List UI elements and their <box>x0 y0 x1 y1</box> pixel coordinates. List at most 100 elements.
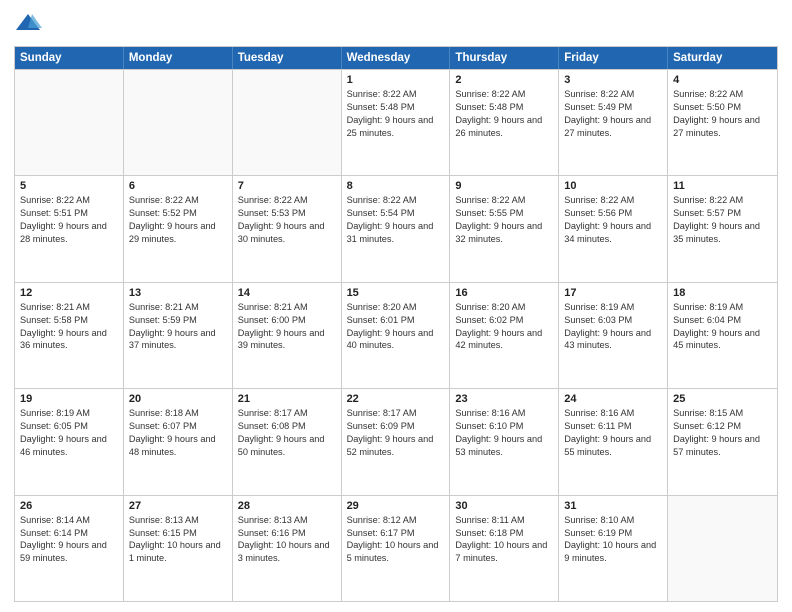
day-number: 23 <box>455 393 553 405</box>
week-row-4: 19Sunrise: 8:19 AM Sunset: 6:05 PM Dayli… <box>15 388 777 494</box>
day-number: 2 <box>455 74 553 86</box>
day-cell-20: 20 Sunrise: 8:18 AM Sunset: 6:07 PM Dayli… <box>124 389 233 494</box>
day-info: Sunrise: 8:19 AM Sunset: 6:05 PM Dayligh… <box>20 407 118 459</box>
day-number: 4 <box>673 74 772 86</box>
day-number: 11 <box>673 180 772 192</box>
header-cell-saturday: Saturday <box>668 47 777 69</box>
day-cell-17: 17 Sunrise: 8:19 AM Sunset: 6:03 PM Dayli… <box>559 283 668 388</box>
day-info: Sunrise: 8:20 AM Sunset: 6:02 PM Dayligh… <box>455 301 553 353</box>
day-info: Sunrise: 8:21 AM Sunset: 5:59 PM Dayligh… <box>129 301 227 353</box>
day-info: Sunrise: 8:22 AM Sunset: 5:55 PM Dayligh… <box>455 194 553 246</box>
day-number: 5 <box>20 180 118 192</box>
day-info: Sunrise: 8:22 AM Sunset: 5:50 PM Dayligh… <box>673 88 772 140</box>
calendar: SundayMondayTuesdayWednesdayThursdayFrid… <box>14 46 778 602</box>
day-cell-18: 18 Sunrise: 8:19 AM Sunset: 6:04 PM Dayli… <box>668 283 777 388</box>
day-number: 24 <box>564 393 662 405</box>
day-number: 1 <box>347 74 445 86</box>
day-number: 26 <box>20 500 118 512</box>
day-cell-28: 28 Sunrise: 8:13 AM Sunset: 6:16 PM Dayli… <box>233 496 342 601</box>
day-info: Sunrise: 8:16 AM Sunset: 6:11 PM Dayligh… <box>564 407 662 459</box>
day-cell-29: 29 Sunrise: 8:12 AM Sunset: 6:17 PM Dayli… <box>342 496 451 601</box>
day-number: 16 <box>455 287 553 299</box>
day-info: Sunrise: 8:13 AM Sunset: 6:16 PM Dayligh… <box>238 514 336 566</box>
day-cell-31: 31 Sunrise: 8:10 AM Sunset: 6:19 PM Dayli… <box>559 496 668 601</box>
header-cell-sunday: Sunday <box>15 47 124 69</box>
day-number: 22 <box>347 393 445 405</box>
day-cell-11: 11 Sunrise: 8:22 AM Sunset: 5:57 PM Dayli… <box>668 176 777 281</box>
logo <box>14 10 46 38</box>
day-cell-24: 24 Sunrise: 8:16 AM Sunset: 6:11 PM Dayli… <box>559 389 668 494</box>
day-info: Sunrise: 8:19 AM Sunset: 6:04 PM Dayligh… <box>673 301 772 353</box>
header-cell-friday: Friday <box>559 47 668 69</box>
day-cell-26: 26 Sunrise: 8:14 AM Sunset: 6:14 PM Dayli… <box>15 496 124 601</box>
day-number: 9 <box>455 180 553 192</box>
header-cell-wednesday: Wednesday <box>342 47 451 69</box>
day-info: Sunrise: 8:22 AM Sunset: 5:51 PM Dayligh… <box>20 194 118 246</box>
day-number: 8 <box>347 180 445 192</box>
day-info: Sunrise: 8:22 AM Sunset: 5:57 PM Dayligh… <box>673 194 772 246</box>
day-number: 27 <box>129 500 227 512</box>
week-row-3: 12Sunrise: 8:21 AM Sunset: 5:58 PM Dayli… <box>15 282 777 388</box>
day-cell-19: 19Sunrise: 8:19 AM Sunset: 6:05 PM Dayli… <box>15 389 124 494</box>
day-number: 6 <box>129 180 227 192</box>
header <box>14 10 778 38</box>
day-number: 18 <box>673 287 772 299</box>
day-number: 7 <box>238 180 336 192</box>
day-info: Sunrise: 8:10 AM Sunset: 6:19 PM Dayligh… <box>564 514 662 566</box>
day-info: Sunrise: 8:14 AM Sunset: 6:14 PM Dayligh… <box>20 514 118 566</box>
day-info: Sunrise: 8:22 AM Sunset: 5:49 PM Dayligh… <box>564 88 662 140</box>
day-cell-25: 25 Sunrise: 8:15 AM Sunset: 6:12 PM Dayli… <box>668 389 777 494</box>
day-info: Sunrise: 8:18 AM Sunset: 6:07 PM Dayligh… <box>129 407 227 459</box>
day-number: 29 <box>347 500 445 512</box>
day-info: Sunrise: 8:17 AM Sunset: 6:09 PM Dayligh… <box>347 407 445 459</box>
day-cell-16: 16 Sunrise: 8:20 AM Sunset: 6:02 PM Dayli… <box>450 283 559 388</box>
week-row-1: 1 Sunrise: 8:22 AM Sunset: 5:48 PM Daylig… <box>15 69 777 175</box>
empty-cell <box>124 70 233 175</box>
day-cell-23: 23 Sunrise: 8:16 AM Sunset: 6:10 PM Dayli… <box>450 389 559 494</box>
header-cell-thursday: Thursday <box>450 47 559 69</box>
day-cell-7: 7 Sunrise: 8:22 AM Sunset: 5:53 PM Daylig… <box>233 176 342 281</box>
day-number: 21 <box>238 393 336 405</box>
day-cell-12: 12Sunrise: 8:21 AM Sunset: 5:58 PM Dayli… <box>15 283 124 388</box>
day-info: Sunrise: 8:22 AM Sunset: 5:48 PM Dayligh… <box>455 88 553 140</box>
empty-cell <box>668 496 777 601</box>
page: SundayMondayTuesdayWednesdayThursdayFrid… <box>0 0 792 612</box>
day-info: Sunrise: 8:21 AM Sunset: 6:00 PM Dayligh… <box>238 301 336 353</box>
calendar-body: 1 Sunrise: 8:22 AM Sunset: 5:48 PM Daylig… <box>15 69 777 601</box>
day-cell-1: 1Sunrise: 8:22 AM Sunset: 5:48 PM Daylig… <box>342 70 451 175</box>
day-cell-4: 4 Sunrise: 8:22 AM Sunset: 5:50 PM Daylig… <box>668 70 777 175</box>
day-cell-10: 10Sunrise: 8:22 AM Sunset: 5:56 PM Dayli… <box>559 176 668 281</box>
week-row-5: 26 Sunrise: 8:14 AM Sunset: 6:14 PM Dayli… <box>15 495 777 601</box>
day-cell-5: 5 Sunrise: 8:22 AM Sunset: 5:51 PM Daylig… <box>15 176 124 281</box>
week-row-2: 5 Sunrise: 8:22 AM Sunset: 5:51 PM Daylig… <box>15 175 777 281</box>
day-info: Sunrise: 8:22 AM Sunset: 5:52 PM Dayligh… <box>129 194 227 246</box>
day-info: Sunrise: 8:22 AM Sunset: 5:56 PM Dayligh… <box>564 194 662 246</box>
day-number: 17 <box>564 287 662 299</box>
calendar-header-row: SundayMondayTuesdayWednesdayThursdayFrid… <box>15 47 777 69</box>
day-cell-3: 3 Sunrise: 8:22 AM Sunset: 5:49 PM Daylig… <box>559 70 668 175</box>
day-cell-8: 8Sunrise: 8:22 AM Sunset: 5:54 PM Daylig… <box>342 176 451 281</box>
day-info: Sunrise: 8:12 AM Sunset: 6:17 PM Dayligh… <box>347 514 445 566</box>
day-number: 31 <box>564 500 662 512</box>
day-number: 28 <box>238 500 336 512</box>
day-cell-15: 15Sunrise: 8:20 AM Sunset: 6:01 PM Dayli… <box>342 283 451 388</box>
header-cell-tuesday: Tuesday <box>233 47 342 69</box>
header-cell-monday: Monday <box>124 47 233 69</box>
day-info: Sunrise: 8:22 AM Sunset: 5:53 PM Dayligh… <box>238 194 336 246</box>
day-number: 20 <box>129 393 227 405</box>
day-number: 25 <box>673 393 772 405</box>
day-info: Sunrise: 8:16 AM Sunset: 6:10 PM Dayligh… <box>455 407 553 459</box>
day-info: Sunrise: 8:13 AM Sunset: 6:15 PM Dayligh… <box>129 514 227 566</box>
day-info: Sunrise: 8:15 AM Sunset: 6:12 PM Dayligh… <box>673 407 772 459</box>
day-cell-9: 9 Sunrise: 8:22 AM Sunset: 5:55 PM Daylig… <box>450 176 559 281</box>
day-cell-30: 30Sunrise: 8:11 AM Sunset: 6:18 PM Dayli… <box>450 496 559 601</box>
day-info: Sunrise: 8:17 AM Sunset: 6:08 PM Dayligh… <box>238 407 336 459</box>
day-cell-22: 22 Sunrise: 8:17 AM Sunset: 6:09 PM Dayli… <box>342 389 451 494</box>
day-cell-27: 27 Sunrise: 8:13 AM Sunset: 6:15 PM Dayli… <box>124 496 233 601</box>
day-cell-21: 21 Sunrise: 8:17 AM Sunset: 6:08 PM Dayli… <box>233 389 342 494</box>
day-info: Sunrise: 8:19 AM Sunset: 6:03 PM Dayligh… <box>564 301 662 353</box>
day-info: Sunrise: 8:21 AM Sunset: 5:58 PM Dayligh… <box>20 301 118 353</box>
day-number: 14 <box>238 287 336 299</box>
day-number: 3 <box>564 74 662 86</box>
day-info: Sunrise: 8:11 AM Sunset: 6:18 PM Dayligh… <box>455 514 553 566</box>
